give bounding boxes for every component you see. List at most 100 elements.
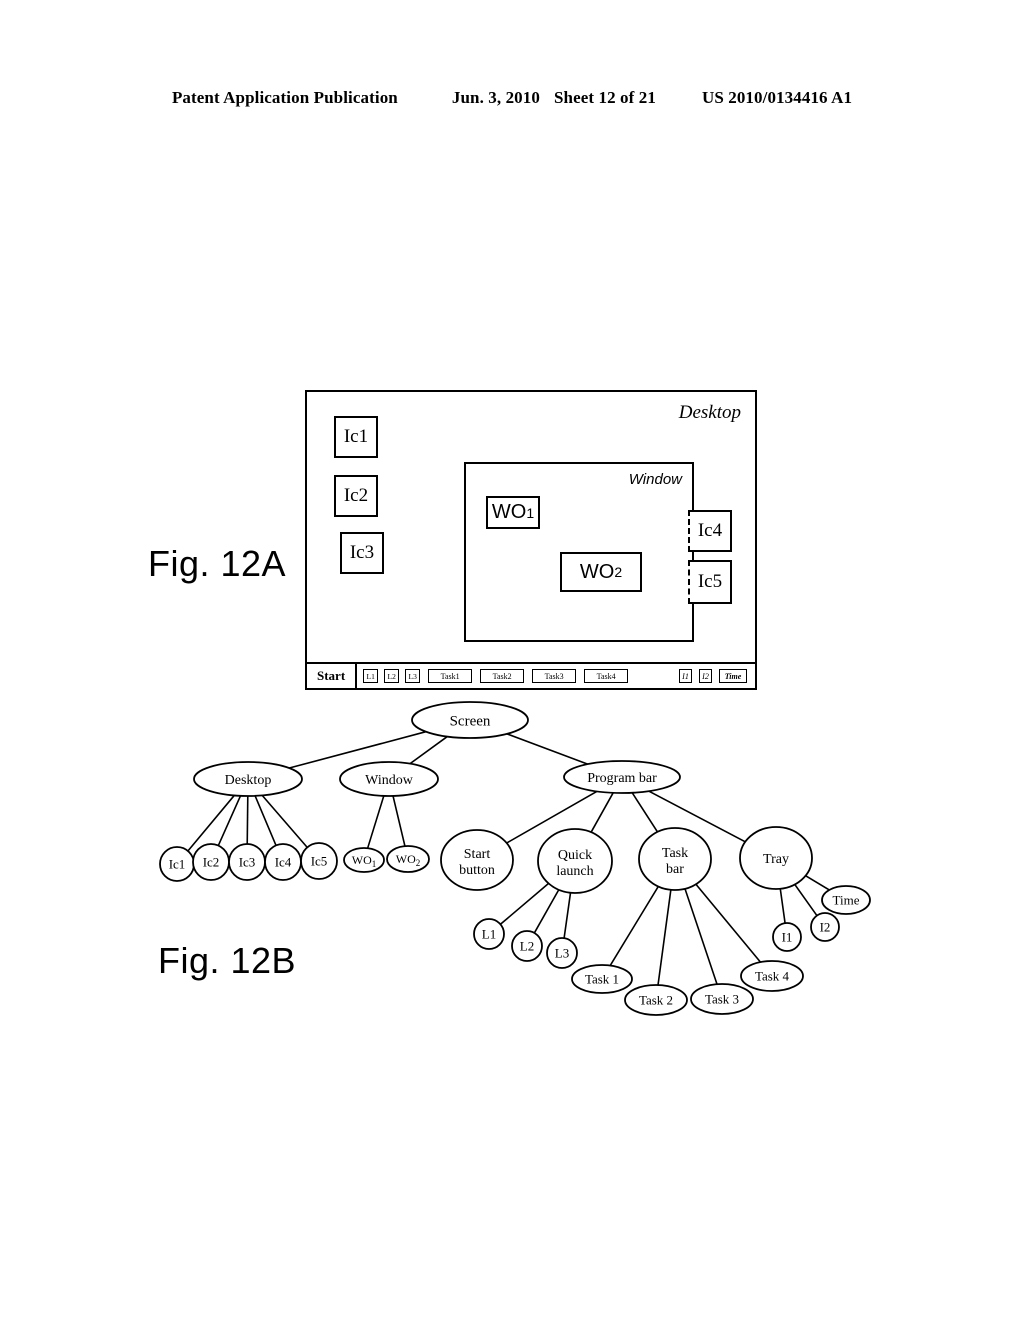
tree-node-ic3[interactable]: Ic3	[228, 843, 266, 881]
tree-node-label-window: Window	[365, 773, 414, 788]
wo2-subscript: 2	[614, 564, 623, 580]
tree-node-label-desktop: Desktop	[225, 773, 272, 788]
tree-edge-screen-window	[409, 735, 448, 765]
tray-group: I1 I2 Time	[672, 664, 755, 688]
tree-node-tray[interactable]: Tray	[739, 826, 813, 890]
tree-node-task2[interactable]: Task 2	[624, 984, 688, 1016]
window-object-wo2[interactable]: WO 2	[560, 552, 642, 592]
tree-node-shape-window	[339, 761, 439, 797]
tree-node-screen[interactable]: Screen	[411, 701, 529, 739]
tree-node-shape-ic4	[264, 843, 302, 881]
straddling-icon-ic5[interactable]: Ic5	[688, 560, 732, 604]
tree-node-ic2[interactable]: Ic2	[192, 843, 230, 881]
tray-icon-i2[interactable]: I2	[699, 669, 712, 683]
tree-node-startbtn[interactable]: Start button	[440, 829, 514, 891]
tree-node-ic4[interactable]: Ic4	[264, 843, 302, 881]
quick-launch-l3[interactable]: L3	[405, 669, 421, 683]
tree-node-shape-desktop	[193, 761, 303, 797]
tree-node-l1[interactable]: L1	[473, 918, 505, 950]
tree-node-label-ic5: Ic5	[311, 854, 328, 869]
tree-node-taskbar[interactable]: Task bar	[638, 827, 712, 891]
tree-node-shape-task3	[690, 983, 754, 1015]
tree-node-label-l3: L3	[555, 946, 569, 961]
tree-node-task3[interactable]: Task 3	[690, 983, 754, 1015]
tree-edge-screen-desktop	[289, 730, 427, 769]
tree-node-label-tray: Tray	[763, 852, 789, 867]
window-object-wo1[interactable]: WO 1	[486, 496, 540, 529]
tree-node-shape-screen	[411, 701, 529, 739]
tree-node-shape-i1	[772, 922, 802, 952]
task-button-4[interactable]: Task4	[584, 669, 629, 683]
tree-node-shape-l3	[546, 937, 578, 969]
tree-node-desktop[interactable]: Desktop	[193, 761, 303, 797]
desktop-icon-ic1[interactable]: Ic1	[334, 416, 378, 458]
quick-launch-l2[interactable]: L2	[384, 669, 400, 683]
tree-edge-quick-l3	[563, 892, 572, 939]
tree-node-wo2[interactable]: WO2	[386, 845, 430, 873]
quick-launch-l1[interactable]: L1	[363, 669, 379, 683]
tree-node-label-quick: Quick launch	[556, 848, 593, 879]
task-button-3[interactable]: Task3	[532, 669, 577, 683]
tree-node-task1[interactable]: Task 1	[571, 964, 633, 994]
tray-icon-i1[interactable]: I1	[679, 669, 692, 683]
tree-node-ic5[interactable]: Ic5	[300, 842, 338, 880]
wo1-subscript: 1	[526, 504, 535, 521]
tree-edge-screen-progbar	[506, 733, 588, 765]
tree-node-shape-l1	[473, 918, 505, 950]
tree-node-time[interactable]: Time	[821, 885, 871, 915]
tree-node-shape-progbar	[563, 760, 681, 794]
tree-edge-taskbar-task1	[609, 886, 659, 966]
tree-node-shape-ic5	[300, 842, 338, 880]
publication-title: Patent Application Publication	[171, 88, 398, 107]
tree-edge-taskbar-task4	[695, 883, 762, 963]
tree-node-l3[interactable]: L3	[546, 937, 578, 969]
tree-node-shape-quick	[537, 828, 613, 894]
tree-edge-taskbar-task2	[657, 889, 672, 986]
tree-node-task4[interactable]: Task 4	[740, 960, 804, 992]
tree-node-l2[interactable]: L2	[511, 930, 543, 962]
tree-edge-quick-l2	[533, 889, 560, 934]
start-button[interactable]: Start	[307, 664, 358, 688]
tray-clock[interactable]: Time	[719, 669, 747, 683]
tree-edge-progbar-quick	[590, 792, 614, 833]
wo1-base: WO	[491, 501, 527, 523]
tree-node-label-startbtn: Start button	[459, 847, 495, 878]
tree-node-label-task1: Task 1	[585, 972, 619, 987]
tree-node-shape-wo2	[386, 845, 430, 873]
window-frame[interactable]: Window WO 1 WO 2	[464, 462, 694, 642]
task-button-1[interactable]: Task1	[428, 669, 473, 683]
task-bar-group: Task1 Task2 Task3 Task4	[420, 664, 629, 688]
tree-node-label-ic1: Ic1	[169, 857, 186, 872]
program-bar: Start L1 L2 L3 Task1 Task2 Task3 Task4 I…	[307, 662, 755, 688]
tree-node-shape-task4	[740, 960, 804, 992]
tree-node-ic1[interactable]: Ic1	[159, 846, 195, 882]
tree-node-shape-ic2	[192, 843, 230, 881]
desktop-icon-ic3[interactable]: Ic3	[340, 532, 384, 574]
tree-edge-desktop-ic4	[254, 795, 277, 846]
tree-node-shape-ic1	[159, 846, 195, 882]
desktop-icon-ic2[interactable]: Ic2	[334, 475, 378, 517]
task-button-2[interactable]: Task2	[480, 669, 525, 683]
tree-node-label-screen: Screen	[450, 713, 491, 729]
figure-12a-screen-mockup: Desktop Ic1 Ic2 Ic3 Window WO 1 WO 2 Ic4 I…	[305, 390, 757, 690]
window-label: Window	[628, 471, 682, 488]
tree-node-shape-tray	[739, 826, 813, 890]
tree-node-i1[interactable]: I1	[772, 922, 802, 952]
tree-edge-progbar-taskbar	[631, 792, 659, 833]
tree-node-label-progbar: Program bar	[587, 771, 657, 786]
straddling-icon-ic4[interactable]: Ic4	[688, 510, 732, 552]
tree-node-label-time: Time	[833, 893, 860, 908]
tree-node-shape-ic3	[228, 843, 266, 881]
desktop-label: Desktop	[678, 402, 741, 423]
tree-node-progbar[interactable]: Program bar	[563, 760, 681, 794]
tree-node-window[interactable]: Window	[339, 761, 439, 797]
tree-node-i2[interactable]: I2	[810, 912, 840, 942]
tree-node-shape-startbtn	[440, 829, 514, 891]
tree-edge-tray-i1	[779, 888, 786, 924]
tree-node-label-ic3: Ic3	[239, 855, 256, 870]
tree-node-label-taskbar: Task bar	[662, 846, 688, 877]
tree-node-quick[interactable]: Quick launch	[537, 828, 613, 894]
tree-edge-window-wo2	[392, 795, 406, 847]
patent-number: US 2010/0134416 A1	[701, 88, 853, 107]
tree-node-wo1[interactable]: WO1	[343, 847, 385, 873]
